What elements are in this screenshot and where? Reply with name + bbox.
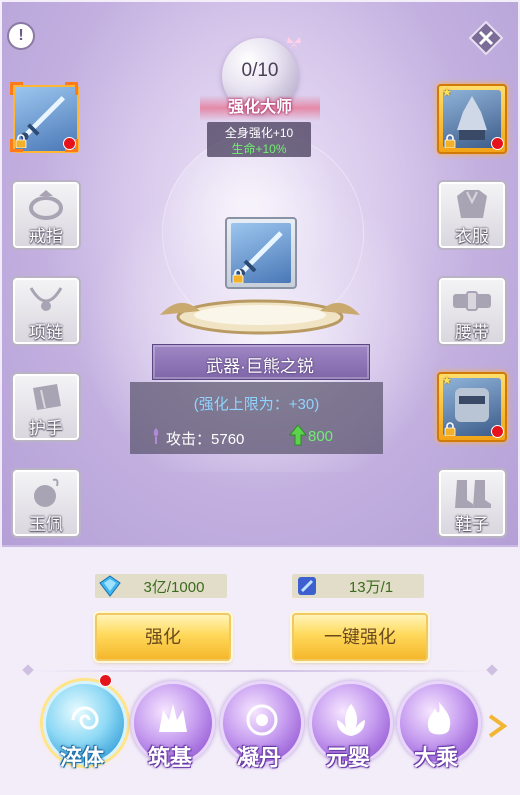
enhance-button[interactable]: 强化 <box>95 613 231 661</box>
slot-armor[interactable]: 衣服 <box>437 180 507 250</box>
slot-gauntlet[interactable]: ★ <box>437 372 507 442</box>
slot-label: 护手 <box>29 419 63 438</box>
enhance-panel: ! 0/10 强化大师 全身强化+10 生命+10% 戒指 项链 护手 玉佩 ★… <box>0 0 520 795</box>
lock-icon <box>444 422 456 436</box>
tab-label: 元婴 <box>325 745 370 770</box>
chevron-right-icon[interactable] <box>486 712 510 740</box>
selected-equipment <box>225 217 297 289</box>
slot-label: 鞋子 <box>455 515 489 534</box>
selection-corner <box>10 82 23 95</box>
one-click-enhance-button[interactable]: 一键强化 <box>292 613 428 661</box>
arrow-up-icon <box>289 424 307 446</box>
ring-icon <box>29 190 63 220</box>
tab-label: 大乘 <box>413 745 458 770</box>
equipment-name: 武器·巨熊之锐 <box>206 357 314 376</box>
divider <box>28 670 492 672</box>
belt-icon <box>453 291 491 311</box>
tab-label: 淬体 <box>59 745 104 770</box>
info-icon[interactable]: ! <box>7 22 35 50</box>
slot-label: 腰带 <box>455 323 489 342</box>
slot-jade-pendant[interactable]: 玉佩 <box>11 468 81 538</box>
tab-label: 筑基 <box>147 745 192 770</box>
notification-dot <box>63 137 76 150</box>
star-icon: ★ <box>442 87 452 99</box>
notification-dot <box>491 425 504 438</box>
notification-dot <box>99 674 112 687</box>
slot-label: 玉佩 <box>29 515 63 534</box>
star-icon: ★ <box>442 375 452 387</box>
attack-gain: 800 <box>308 428 334 445</box>
notification-dot <box>491 137 504 150</box>
lock-icon <box>232 269 244 283</box>
master-bonus: 全身强化+10 <box>224 126 294 140</box>
diamond-icon <box>99 575 121 597</box>
master-effect: 生命+10% <box>231 142 287 156</box>
tab-label: 凝丹 <box>236 745 281 770</box>
lock-icon <box>15 134 27 148</box>
swirl-icon <box>71 706 99 730</box>
master-progress: 0/10 <box>241 60 279 81</box>
attack-icon <box>153 428 159 444</box>
lock-icon <box>444 134 456 148</box>
slot-boots[interactable]: 鞋子 <box>437 468 507 538</box>
stone-cost: 13万/1 <box>348 579 394 596</box>
attack-value: 5760 <box>211 431 245 448</box>
slot-necklace[interactable]: 项链 <box>11 276 81 346</box>
lotus-flame-icon <box>337 704 365 736</box>
attack-label: 攻击： <box>166 431 212 448</box>
bracer-icon <box>33 384 61 410</box>
slot-bracer[interactable]: 护手 <box>11 372 81 442</box>
necklace-icon <box>29 287 63 311</box>
gem-cost: 3亿/1000 <box>143 579 205 596</box>
close-icon[interactable] <box>468 20 504 56</box>
selection-corner <box>65 82 78 95</box>
slot-belt[interactable]: 腰带 <box>437 276 507 346</box>
attack-stat: 攻击：5760 <box>166 428 244 449</box>
enhance-limit: (强化上限为：+30) <box>193 396 320 413</box>
orb-ring-icon <box>246 704 278 736</box>
slot-weapon[interactable] <box>10 82 79 153</box>
slot-label: 衣服 <box>455 227 489 246</box>
butterfly-icon <box>287 37 301 49</box>
slot-label: 项链 <box>29 323 63 342</box>
slot-ring[interactable]: 戒指 <box>11 180 81 250</box>
fire-icon <box>427 702 451 735</box>
master-title: 强化大师 <box>200 95 320 121</box>
armor-icon <box>457 190 487 218</box>
slot-label: 戒指 <box>29 227 63 246</box>
boots-icon <box>455 480 491 508</box>
slot-helmet[interactable]: ★ <box>437 84 507 154</box>
enhance-stone-icon <box>298 577 316 595</box>
flame-crown-icon <box>159 704 187 732</box>
jade-pendant-icon <box>34 478 59 507</box>
